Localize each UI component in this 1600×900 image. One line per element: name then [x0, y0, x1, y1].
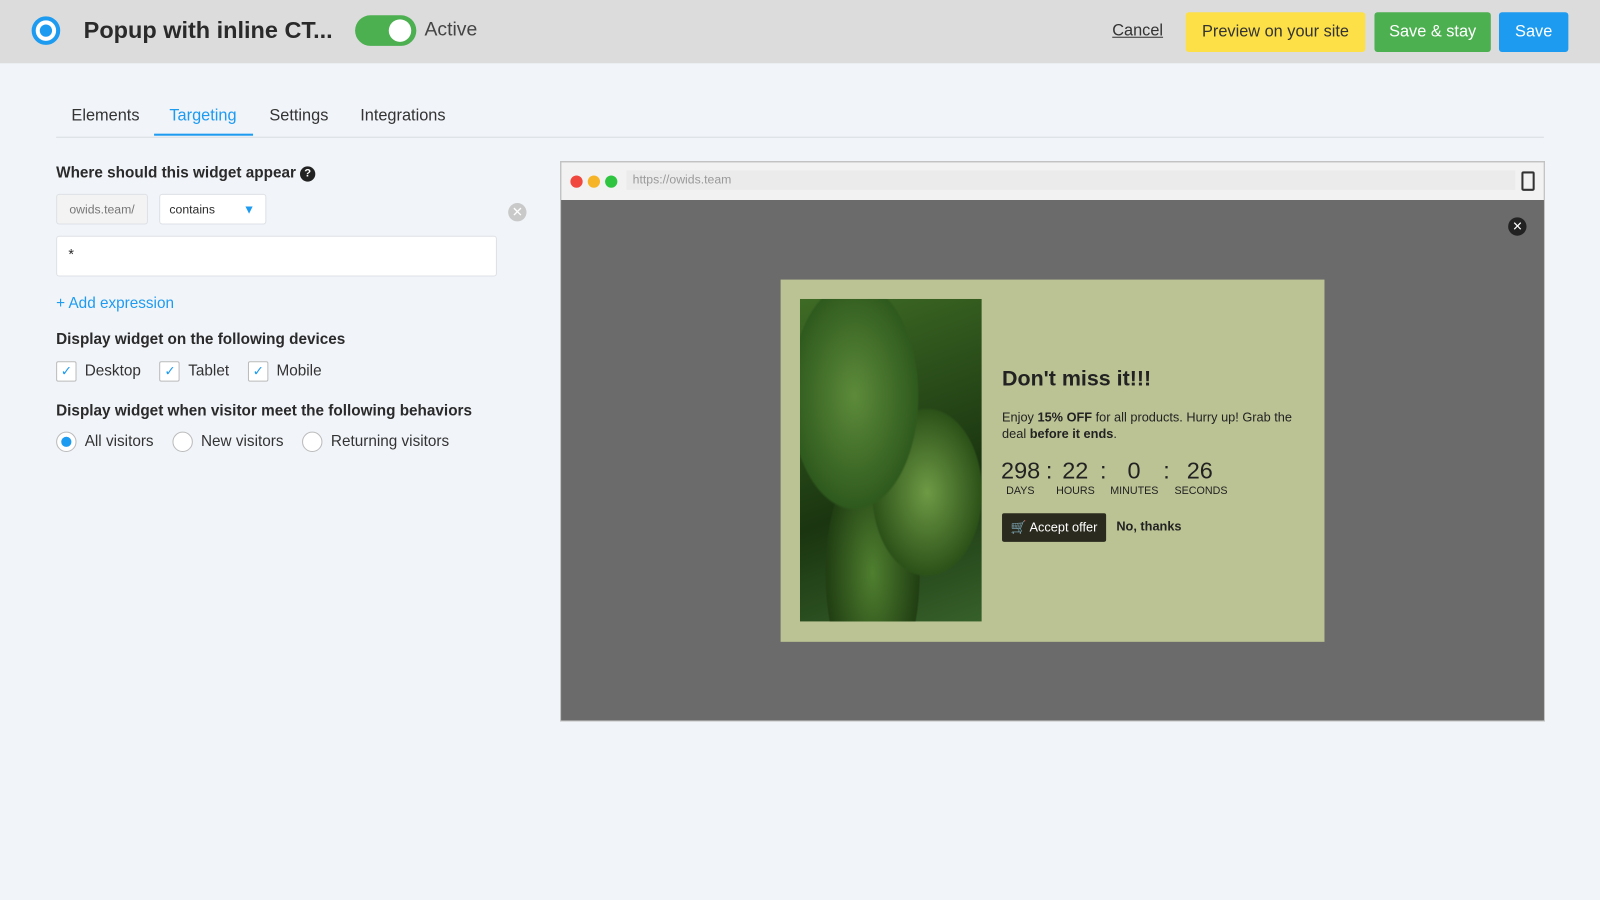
- match-type-value: contains: [169, 202, 216, 217]
- label-seconds: SECONDS: [1174, 484, 1228, 497]
- checkbox-checked-icon[interactable]: ✓: [56, 361, 77, 382]
- tab-bar: Elements Targeting Settings Integrations: [56, 98, 1544, 138]
- visitor-returning[interactable]: Returning visitors: [302, 431, 463, 453]
- visitors-group: All visitors New visitors Returning visi…: [56, 431, 463, 453]
- tab-elements[interactable]: Elements: [71, 107, 139, 125]
- expression-input[interactable]: *: [56, 235, 497, 277]
- chevron-down-icon: ▼: [242, 202, 256, 217]
- text-part: .: [1113, 426, 1117, 441]
- text-part: Enjoy: [1002, 410, 1038, 425]
- device-mobile[interactable]: ✓ Mobile: [247, 361, 336, 382]
- checkbox-checked-icon[interactable]: ✓: [159, 361, 181, 382]
- radio-icon[interactable]: [302, 431, 323, 453]
- tab-integrations[interactable]: Integrations: [360, 107, 445, 125]
- add-expression-link[interactable]: + Add expression: [56, 295, 174, 312]
- label-hours: HOURS: [1056, 484, 1095, 497]
- save-button[interactable]: Save: [1498, 12, 1569, 53]
- cancel-link[interactable]: Cancel: [1112, 22, 1163, 40]
- tab-targeting[interactable]: Targeting: [169, 107, 236, 125]
- where-heading-text: Where should this widget appear: [56, 164, 296, 182]
- active-label: Active: [424, 19, 478, 41]
- device-label: Tablet: [188, 362, 230, 380]
- accept-label: Accept offer: [1029, 520, 1098, 535]
- active-tab-indicator: [154, 133, 254, 136]
- device-label: Desktop: [84, 362, 141, 380]
- preview-stage: ✕ Don't miss it!!! Enjoy 15% OFF for all…: [561, 199, 1544, 721]
- preview-button[interactable]: Preview on your site: [1185, 12, 1366, 53]
- tab-settings[interactable]: Settings: [269, 107, 328, 125]
- close-popup-icon[interactable]: ✕: [1508, 217, 1527, 236]
- device-label: Mobile: [276, 362, 322, 380]
- mobile-preview-icon[interactable]: [1521, 171, 1535, 191]
- remove-expression-icon[interactable]: ✕: [508, 203, 527, 222]
- preview-browser: https://owids.team ✕ Don't miss it!!! En…: [560, 161, 1545, 722]
- devices-group: ✓ Desktop ✓ Tablet ✓ Mobile: [56, 361, 336, 382]
- app-logo-icon: [31, 16, 61, 45]
- visitor-label: Returning visitors: [330, 432, 450, 451]
- browser-toolbar: https://owids.team: [561, 162, 1544, 200]
- devices-heading: Display widget on the following devices: [56, 330, 346, 348]
- top-bar: Popup with inline CT... Active Cancel Pr…: [0, 0, 1600, 64]
- popup-text: Enjoy 15% OFF for all products. Hurry up…: [1002, 409, 1308, 442]
- help-icon[interactable]: ?: [300, 166, 316, 182]
- cart-icon: 🛒: [1010, 520, 1027, 535]
- match-type-select[interactable]: contains ▼: [159, 193, 267, 225]
- text-bold: 15% OFF: [1037, 410, 1093, 425]
- countdown-seconds: 26: [1186, 457, 1213, 484]
- countdown-hours: 22: [1062, 457, 1089, 484]
- visitor-label: New visitors: [200, 432, 284, 451]
- leaves-image: [799, 298, 982, 622]
- visitor-label: All visitors: [84, 432, 154, 451]
- active-toggle[interactable]: [355, 15, 417, 46]
- countdown-minutes: 0: [1127, 457, 1141, 484]
- accept-offer-button[interactable]: 🛒 Accept offer: [1002, 513, 1107, 542]
- text-bold: before it ends: [1029, 426, 1114, 441]
- where-heading: Where should this widget appear?: [56, 164, 316, 182]
- close-dot-icon: [570, 175, 583, 188]
- countdown-days: 298: [1001, 457, 1041, 484]
- widget-title[interactable]: Popup with inline CT...: [84, 16, 333, 44]
- device-tablet[interactable]: ✓ Tablet: [159, 361, 244, 382]
- no-thanks-link[interactable]: No, thanks: [1116, 519, 1181, 533]
- expression-value: *: [68, 245, 74, 263]
- maximize-dot-icon: [605, 175, 618, 188]
- popup-title: Don't miss it!!!: [1002, 367, 1152, 391]
- visitor-new[interactable]: New visitors: [172, 431, 297, 453]
- save-stay-button[interactable]: Save & stay: [1374, 12, 1491, 53]
- popup-widget: Don't miss it!!! Enjoy 15% OFF for all p…: [780, 279, 1325, 642]
- label-minutes: MINUTES: [1110, 484, 1159, 497]
- visitor-all[interactable]: All visitors: [56, 431, 168, 453]
- checkbox-checked-icon[interactable]: ✓: [247, 361, 269, 382]
- device-desktop[interactable]: ✓ Desktop: [56, 361, 155, 382]
- behaviors-heading: Display widget when visitor meet the fol…: [56, 402, 473, 420]
- url-bar: https://owids.team: [626, 170, 1516, 190]
- radio-icon[interactable]: [172, 431, 193, 453]
- label-days: DAYS: [1006, 484, 1035, 497]
- domain-prefix: owids.team/: [56, 193, 148, 225]
- radio-selected-icon[interactable]: [56, 431, 77, 453]
- minimize-dot-icon: [587, 175, 600, 188]
